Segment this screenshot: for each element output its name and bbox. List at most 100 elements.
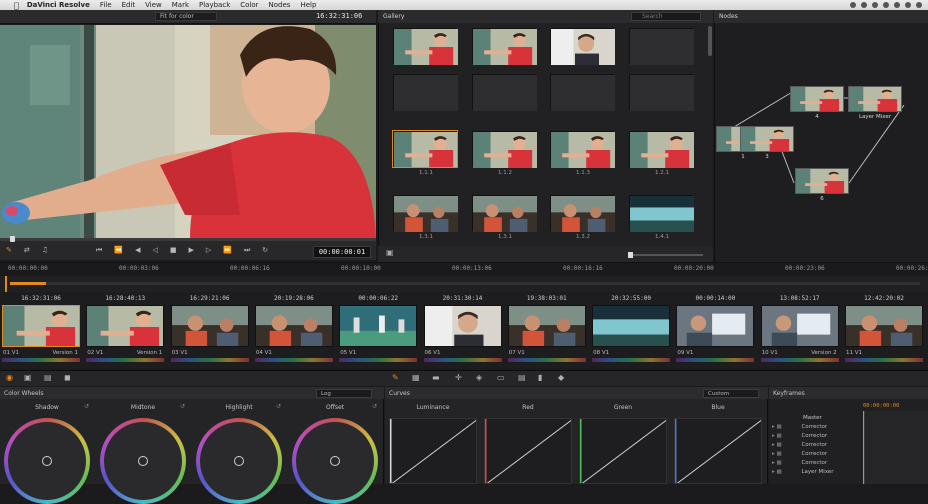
wheel-reset-icon[interactable]: ↺ [84, 403, 89, 410]
motion-tab-icon[interactable]: ▤ [44, 373, 52, 382]
lock-icon[interactable]: ▦ [777, 460, 782, 466]
gallery-still[interactable]: 1.1.2 [472, 131, 537, 176]
keyframe-row[interactable]: ▸ ▦ Corrector [772, 433, 926, 442]
apple-icon[interactable]:  [14, 1, 19, 10]
timeline-clip[interactable]: 20:19:28:06 04 V1 [253, 292, 335, 368]
gallery-still[interactable] [550, 74, 615, 111]
scrub-icon[interactable]: ✎ [6, 246, 12, 254]
status-icon[interactable] [872, 2, 878, 8]
menu-playback[interactable]: Playback [199, 1, 230, 9]
menu-app-name[interactable]: DaVinci Resolve [27, 1, 90, 9]
sizing-tab-icon[interactable]: ▤ [518, 373, 526, 382]
gallery-still[interactable]: 1.4.1 [629, 195, 694, 240]
lock-icon[interactable]: ▦ [777, 433, 782, 439]
wheel-handle[interactable] [234, 456, 244, 466]
gallery-still[interactable]: 1.3.2 [550, 195, 615, 240]
wheel-handle[interactable] [138, 456, 148, 466]
menu-help[interactable]: Help [300, 1, 316, 9]
gallery-search-input[interactable]: Search [631, 12, 701, 21]
prev-icon[interactable]: ⏪ [114, 246, 123, 254]
rgb-mixer-tab-icon[interactable]: ▣ [24, 373, 32, 382]
keyframe-row[interactable]: ▸ ▦ Corrector [772, 460, 926, 469]
gallery-still[interactable]: 1.3.1 [393, 195, 458, 240]
expand-icon[interactable]: ▸ [772, 424, 775, 430]
current-timecode[interactable]: 00:00:00:01 [313, 246, 371, 258]
viewer-mode-select[interactable]: Fit for color [155, 12, 217, 21]
gallery-still[interactable]: 1.1.3 [550, 131, 615, 176]
timeline-clip[interactable]: 16:29:21:06 03 V1 [169, 292, 251, 368]
wheels-mode-select[interactable]: Log [316, 389, 372, 398]
gallery-still[interactable] [550, 28, 615, 65]
lock-icon[interactable]: ▦ [777, 469, 782, 475]
expand-icon[interactable]: ▸ [772, 451, 775, 457]
timeline-clip[interactable]: 13:08:52:17 10 V1 Version 2 [759, 292, 841, 368]
expand-icon[interactable]: ▸ [772, 442, 775, 448]
mini-playhead[interactable] [5, 276, 7, 292]
expand-icon[interactable]: ▸ [772, 460, 775, 466]
timeline-clip[interactable]: 19:38:03:01 07 V1 [506, 292, 588, 368]
timeline-clip[interactable]: 20:32:55:00 08 V1 [590, 292, 672, 368]
shuffle-icon[interactable]: ⇄ [24, 246, 30, 254]
keyframe-row[interactable]: ▸ ▦ Corrector [772, 442, 926, 451]
wheel-handle[interactable] [330, 456, 340, 466]
gallery-still[interactable]: 1.3.1 [472, 195, 537, 240]
keyframe-row[interactable]: ▸ ▦ Corrector [772, 424, 926, 433]
color-wheel-offset[interactable] [292, 418, 378, 504]
camera-raw-tab-icon[interactable]: ◼ [64, 373, 71, 382]
keyframe-tab-icon[interactable]: ◆ [558, 373, 564, 382]
curves-mode-select[interactable]: Custom [703, 389, 759, 398]
color-wheels-tab-icon[interactable]: ◉ [6, 373, 13, 382]
qualifier-tab-icon[interactable]: ▦ [412, 373, 420, 382]
timeline-clip[interactable]: 20:31:30:14 06 V1 [422, 292, 504, 368]
curve-green[interactable] [579, 418, 667, 484]
timeline-clip[interactable]: 00:00:06:22 05 V1 [337, 292, 419, 368]
menu-mark[interactable]: Mark [172, 1, 189, 9]
menu-nodes[interactable]: Nodes [269, 1, 291, 9]
search-icon[interactable] [916, 2, 922, 8]
stop-icon[interactable]: ■ [170, 246, 177, 254]
curve-luminance[interactable] [389, 418, 477, 484]
battery-icon[interactable] [894, 2, 900, 8]
timeline-clip[interactable]: 12:42:20:02 11 V1 [843, 292, 925, 368]
wheel-reset-icon[interactable]: ↺ [180, 403, 185, 410]
wifi-icon[interactable] [883, 2, 889, 8]
node-n3[interactable]: 4 [790, 86, 844, 120]
color-wheel-midtone[interactable] [100, 418, 186, 504]
color-wheel-shadow[interactable] [4, 418, 90, 504]
timeline-clip[interactable]: 16:28:40:13 02 V1 Version 1 [84, 292, 166, 368]
node-n5[interactable]: 6 [795, 168, 849, 202]
first-frame-icon[interactable]: ⏮ [96, 246, 102, 255]
step-back-icon[interactable]: ◀ [135, 246, 140, 254]
lock-icon[interactable]: ▦ [777, 442, 782, 448]
status-icon[interactable] [861, 2, 867, 8]
blur-tab-icon[interactable]: ◈ [476, 373, 482, 382]
lock-icon[interactable]: ▦ [777, 424, 782, 430]
menu-file[interactable]: File [100, 1, 112, 9]
gallery-still[interactable] [393, 74, 458, 111]
gallery-still[interactable] [393, 28, 458, 65]
gallery-zoom-slider[interactable] [628, 252, 703, 258]
lock-icon[interactable]: ▦ [777, 451, 782, 457]
stereo-tab-icon[interactable]: ▮ [538, 373, 542, 382]
gallery-still[interactable]: 1.2.1 [629, 131, 694, 176]
gallery-album-icon[interactable]: ▣ [386, 248, 394, 257]
expand-icon[interactable]: ▸ [772, 469, 775, 475]
window-tab-icon[interactable]: ▬ [432, 373, 440, 382]
wheel-handle[interactable] [42, 456, 52, 466]
gallery-still[interactable] [629, 74, 694, 111]
gallery-still[interactable] [629, 28, 694, 65]
mini-timeline[interactable] [0, 276, 928, 292]
keyframe-row[interactable]: ▸ ▦ Layer Mixer [772, 469, 926, 478]
play-icon[interactable]: ▶ [188, 246, 193, 254]
loop-icon[interactable]: ↻ [262, 246, 268, 254]
timeline-ruler[interactable]: 00:00:00:00 00:00:03:06 00:00:06:16 00:00:1… [0, 262, 928, 276]
status-icon[interactable] [850, 2, 856, 8]
curve-red[interactable] [484, 418, 572, 484]
menu-color[interactable]: Color [240, 1, 258, 9]
reverse-icon[interactable]: ◁ [152, 246, 157, 254]
node-n2[interactable]: 3 [740, 126, 794, 160]
timeline-clip[interactable]: 16:32:31:06 01 V1 Version 1 [0, 292, 82, 368]
gallery-scrollbar[interactable] [708, 26, 712, 56]
next-icon[interactable]: ⏩ [223, 246, 232, 254]
audio-icon[interactable]: ♫ [42, 246, 48, 254]
